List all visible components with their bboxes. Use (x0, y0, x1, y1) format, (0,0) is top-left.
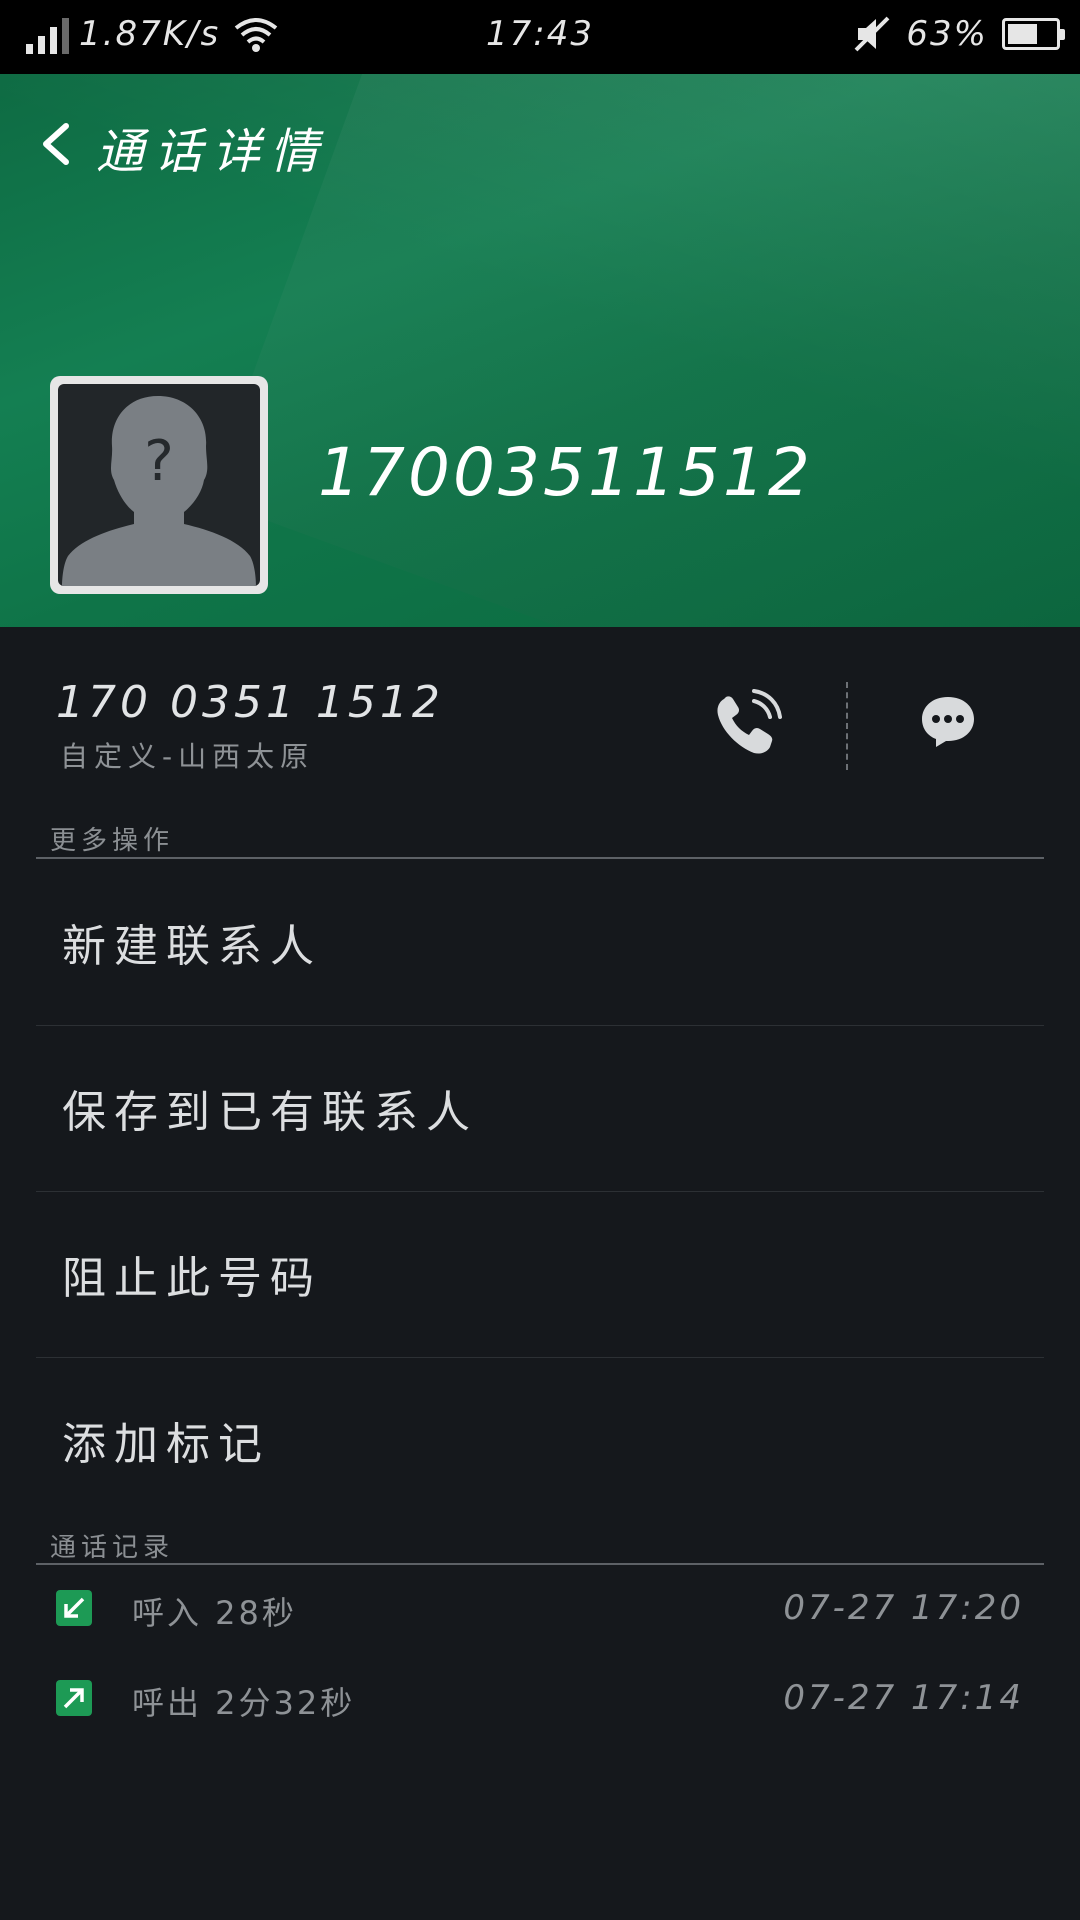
add-tag-button[interactable]: 添加标记 (36, 1358, 1044, 1524)
status-bar: 1.87K/s 17:43 63% (0, 0, 1080, 74)
status-right: 63% (852, 14, 1065, 54)
page-title: 通话详情 (96, 124, 329, 180)
contact-header: 通话详情 ? 17003511512 (0, 74, 1080, 627)
incoming-call-icon (56, 1590, 92, 1626)
outgoing-call-icon (56, 1680, 92, 1716)
phone-call-icon[interactable] (710, 687, 784, 761)
message-icon[interactable] (918, 691, 978, 751)
section-divider (36, 1563, 1044, 1565)
call-log-label: 通话记录 (50, 1533, 175, 1563)
new-contact-button[interactable]: 新建联系人 (36, 860, 1044, 1026)
action-label: 添加标记 (62, 1419, 270, 1470)
mute-icon (855, 16, 890, 52)
action-label: 阻止此号码 (62, 1253, 322, 1304)
battery-percent: 63% (906, 14, 988, 54)
section-divider (36, 857, 1044, 859)
action-label: 保存到已有联系人 (62, 1087, 478, 1138)
battery-level (1008, 24, 1037, 44)
header-phone-number: 17003511512 (318, 434, 813, 511)
number-location: 自定义-山西太原 (60, 740, 315, 773)
unknown-contact-icon: ? (62, 396, 256, 586)
action-label: 新建联系人 (62, 921, 322, 972)
back-icon[interactable] (30, 114, 80, 174)
avatar[interactable]: ? (50, 376, 268, 594)
number-row: 170 0351 1512 自定义-山西太原 (0, 627, 1080, 827)
svg-text:?: ? (144, 429, 174, 494)
call-log-text: 呼出 2分32秒 (132, 1684, 356, 1722)
call-log-row[interactable]: 呼出 2分32秒 07-27 17:14 (36, 1662, 1044, 1742)
call-log-row[interactable]: 呼入 28秒 07-27 17:20 (36, 1572, 1044, 1652)
more-actions-label: 更多操作 (50, 826, 175, 856)
save-to-existing-contact-button[interactable]: 保存到已有联系人 (36, 1026, 1044, 1192)
call-log-text: 呼入 28秒 (132, 1594, 297, 1632)
call-log-time: 07-27 17:20 (783, 1588, 1024, 1628)
call-log-time: 07-27 17:14 (783, 1678, 1024, 1718)
block-number-button[interactable]: 阻止此号码 (36, 1192, 1044, 1358)
action-divider (846, 682, 848, 770)
formatted-number: 170 0351 1512 (56, 677, 444, 728)
battery-icon (1002, 18, 1065, 50)
